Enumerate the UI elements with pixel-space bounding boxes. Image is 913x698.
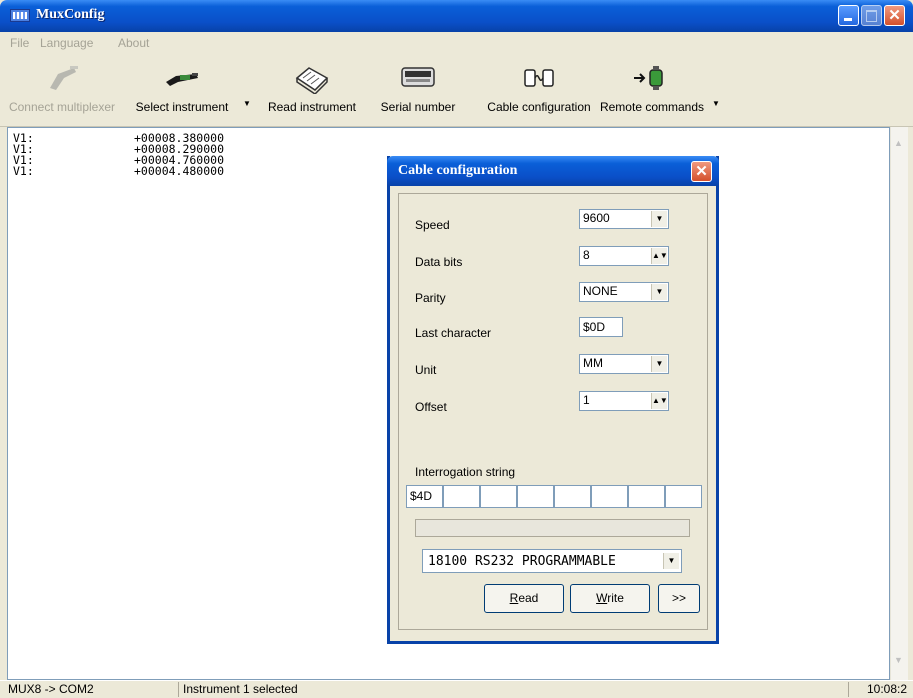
cable-configuration-button[interactable]: Cable configuration <box>482 58 596 122</box>
interrogation-cell[interactable] <box>554 485 591 508</box>
read-instrument-button[interactable]: Read instrument <box>258 58 366 122</box>
close-icon: ✕ <box>695 163 708 180</box>
spinner-arrows-icon[interactable]: ▲▼ <box>651 393 668 409</box>
remote-commands-button[interactable]: Remote commands <box>596 58 708 122</box>
read-button-accel: R <box>509 591 519 605</box>
instrument-mode-value: 18100 RS232 PROGRAMMABLE <box>428 554 616 569</box>
offset-value: 1 <box>583 393 590 407</box>
close-button[interactable]: ✕ <box>884 5 905 26</box>
window-title: MuxConfig <box>36 7 105 22</box>
interrogation-cell[interactable] <box>665 485 702 508</box>
unit-label: Unit <box>415 363 437 377</box>
chevron-down-icon[interactable]: ▼ <box>651 356 667 372</box>
log-label: V1: <box>13 164 34 178</box>
scroll-up-icon[interactable]: ▲ <box>890 135 907 152</box>
plug-icon <box>50 66 78 90</box>
vertical-scrollbar[interactable] <box>890 127 908 680</box>
speed-value: 9600 <box>583 211 610 225</box>
offset-spinner[interactable]: 1 ▲▼ <box>579 391 669 411</box>
instrument-mode-select[interactable]: 18100 RS232 PROGRAMMABLE ▼ <box>422 549 682 573</box>
status-time: 10:08:2 <box>848 682 913 697</box>
menu-about[interactable]: About <box>118 36 149 50</box>
status-message: Instrument 1 selected <box>178 682 848 697</box>
data-bits-label: Data bits <box>415 255 463 269</box>
write-button-label: rite <box>607 591 624 605</box>
serial-number-label: Serial number <box>380 100 456 114</box>
menu-file[interactable]: File <box>10 36 29 50</box>
parity-label: Parity <box>415 291 446 305</box>
last-character-value: $0D <box>583 320 606 334</box>
parity-select[interactable]: NONE ▼ <box>579 282 669 302</box>
write-button-accel: W <box>596 591 608 605</box>
offset-label: Offset <box>415 400 447 414</box>
dialog-close-button[interactable]: ✕ <box>691 161 712 182</box>
chevron-down-icon[interactable]: ▼ <box>651 284 667 300</box>
status-port: MUX8 -> COM2 <box>8 682 94 696</box>
read-instrument-label: Read instrument <box>267 100 357 114</box>
unit-value: MM <box>583 356 603 370</box>
remote-dropdown-arrow[interactable]: ▼ <box>712 99 720 108</box>
interrogation-cell[interactable]: $4D <box>406 485 443 508</box>
interrogation-label: Interrogation string <box>415 465 516 479</box>
app-icon <box>10 9 30 22</box>
spinner-arrows-icon[interactable]: ▲▼ <box>651 248 668 264</box>
interrogation-cell[interactable] <box>628 485 665 508</box>
dialog-title: Cable configuration <box>398 163 518 178</box>
cable-configuration-label: Cable configuration <box>487 100 591 114</box>
parity-value: NONE <box>583 284 618 298</box>
close-icon: ✕ <box>888 7 901 24</box>
connect-multiplexer-button[interactable]: Connect multiplexer <box>0 58 124 122</box>
interrogation-cell[interactable] <box>480 485 517 508</box>
select-instrument-label: Select instrument <box>135 100 229 114</box>
last-character-input[interactable]: $0D <box>579 317 623 337</box>
chevron-down-icon[interactable]: ▼ <box>663 553 679 569</box>
interrogation-cell[interactable] <box>443 485 480 508</box>
log-value: +00004.480000 <box>134 164 225 178</box>
chevron-down-icon[interactable]: ▼ <box>651 211 667 227</box>
data-bits-spinner[interactable]: 8 ▲▼ <box>579 246 669 266</box>
interrogation-cell[interactable] <box>517 485 554 508</box>
unit-select[interactable]: MM ▼ <box>579 354 669 374</box>
title-bar[interactable] <box>0 0 913 32</box>
more-button[interactable]: >> <box>658 584 700 613</box>
select-dropdown-arrow[interactable]: ▼ <box>243 99 251 108</box>
menu-language[interactable]: Language <box>40 36 93 50</box>
connect-multiplexer-label: Connect multiplexer <box>8 100 116 114</box>
book-icon <box>295 67 329 94</box>
last-character-label: Last character <box>415 326 492 340</box>
progress-bar <box>415 519 690 537</box>
minimize-button[interactable] <box>838 5 859 26</box>
cable-icon <box>524 69 554 87</box>
read-button-label: ead <box>518 591 539 605</box>
data-bits-value: 8 <box>583 248 590 262</box>
speed-select[interactable]: 9600 ▼ <box>579 209 669 229</box>
remote-command-icon <box>634 66 663 90</box>
serial-number-button[interactable]: Serial number <box>370 58 466 122</box>
read-button[interactable]: Read <box>484 584 564 613</box>
speed-label: Speed <box>415 218 450 232</box>
interrogation-cell[interactable] <box>591 485 628 508</box>
maximize-button[interactable] <box>861 5 882 26</box>
scroll-down-icon[interactable]: ▼ <box>890 652 907 669</box>
serial-plate-icon <box>401 67 435 87</box>
caliper-icon <box>166 73 198 86</box>
write-button[interactable]: Write <box>570 584 650 613</box>
select-instrument-button[interactable]: Select instrument <box>124 58 240 122</box>
remote-commands-label: Remote commands <box>599 100 705 114</box>
